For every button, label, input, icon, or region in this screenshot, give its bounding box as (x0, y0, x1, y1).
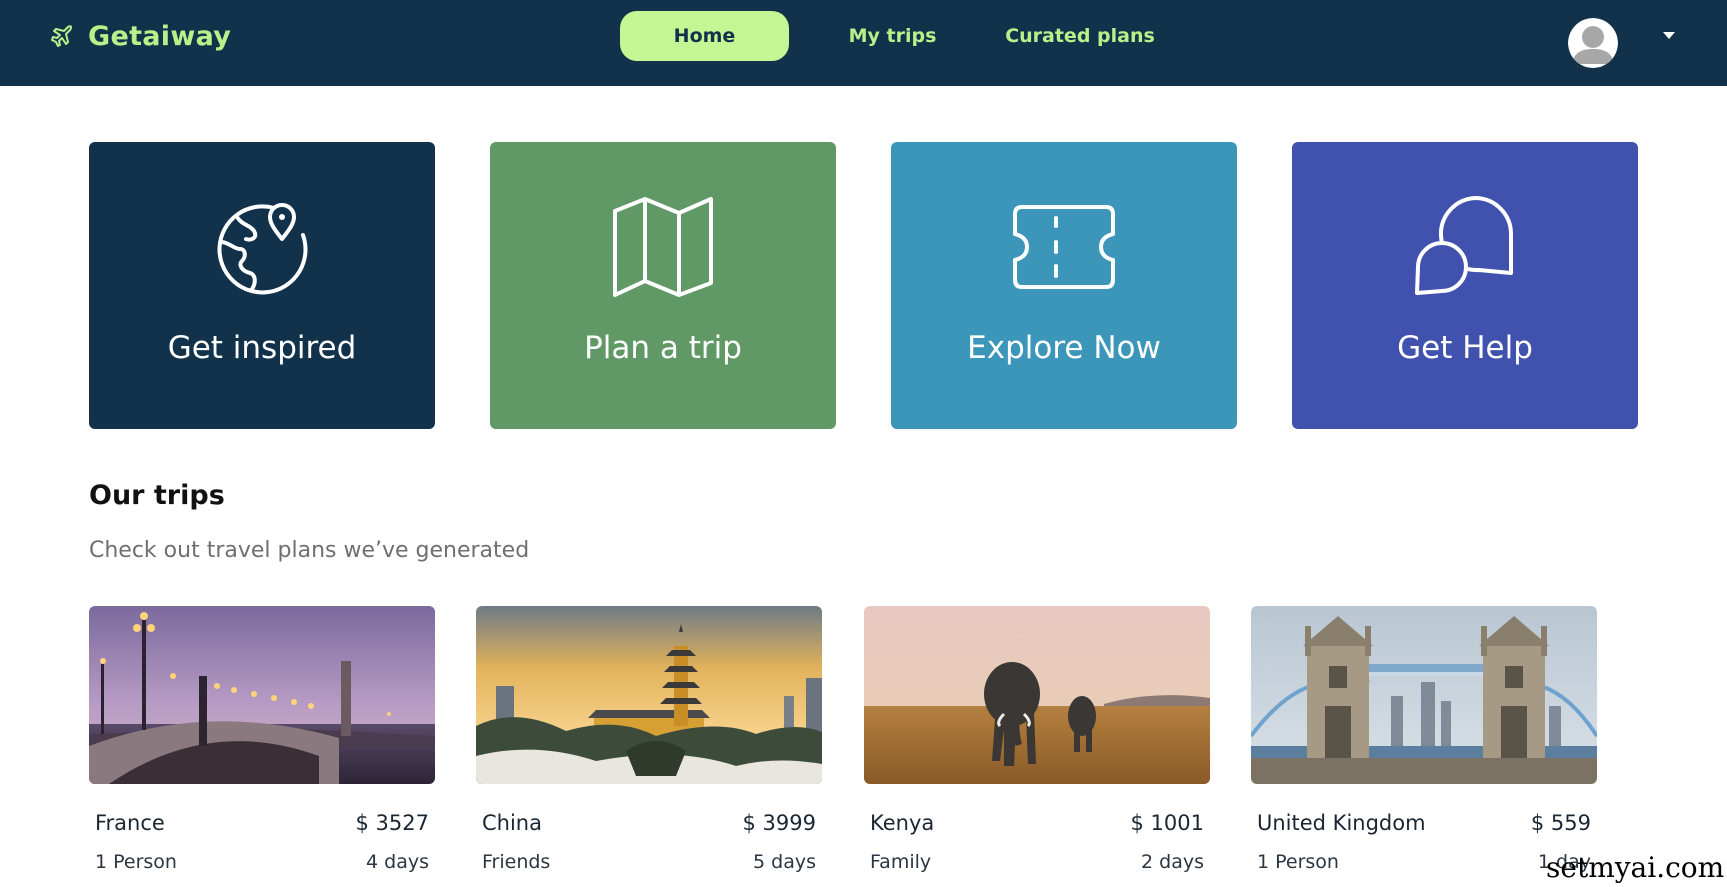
chat-bubbles-icon (1405, 192, 1525, 302)
card-label: Get Help (1397, 330, 1533, 366)
trip-group: 1 Person (95, 851, 177, 873)
trip-image-france (89, 606, 435, 784)
trip-card-china[interactable]: China $ 3999 Friends 5 days (476, 606, 822, 887)
trip-name: United Kingdom (1257, 811, 1426, 835)
trip-duration: 4 days (366, 851, 429, 873)
map-icon (603, 192, 723, 302)
trip-duration: 5 days (753, 851, 816, 873)
trip-group: Friends (482, 851, 551, 873)
nav-home[interactable]: Home (620, 11, 789, 61)
trip-card-united-kingdom[interactable]: United Kingdom $ 559 1 Person 1 day (1251, 606, 1597, 887)
trip-image-china (476, 606, 822, 784)
trip-card-kenya[interactable]: Kenya $ 1001 Family 2 days (864, 606, 1210, 887)
card-plan-a-trip[interactable]: Plan a trip (490, 142, 836, 429)
top-navbar: Getaiway Home My trips Curated plans (0, 0, 1727, 86)
trip-name: China (482, 811, 542, 835)
trip-name: France (95, 811, 165, 835)
trip-group: 1 Person (1257, 851, 1339, 873)
card-explore-now[interactable]: Explore Now (891, 142, 1237, 429)
trip-price: $ 3999 (742, 811, 816, 835)
trip-name: Kenya (870, 811, 935, 835)
card-label: Plan a trip (584, 330, 742, 366)
section-subtitle: Check out travel plans we’ve generated (89, 538, 530, 563)
caret-down-icon[interactable] (1660, 28, 1678, 42)
card-get-help[interactable]: Get Help (1292, 142, 1638, 429)
trip-image-kenya (864, 606, 1210, 784)
user-avatar-icon[interactable] (1568, 18, 1618, 68)
trip-image-united-kingdom (1251, 606, 1597, 784)
trip-price: $ 3527 (355, 811, 429, 835)
trip-group: Family (870, 851, 932, 873)
brand-logo[interactable]: Getaiway (50, 18, 231, 54)
card-get-inspired[interactable]: Get inspired (89, 142, 435, 429)
trip-price: $ 1001 (1130, 811, 1204, 835)
trip-card-france[interactable]: France $ 3527 1 Person 4 days (89, 606, 435, 887)
globe-pin-icon (202, 192, 322, 302)
card-label: Get inspired (167, 330, 357, 366)
airplane-icon (51, 25, 72, 47)
nav-my-trips[interactable]: My trips (830, 11, 955, 61)
ticket-icon (1004, 192, 1124, 302)
trip-duration: 2 days (1141, 851, 1204, 873)
watermark: setmyai.com (1546, 851, 1725, 884)
trip-price: $ 559 (1530, 811, 1591, 835)
brand-name: Getaiway (88, 20, 232, 52)
section-title: Our trips (89, 480, 225, 511)
card-label: Explore Now (967, 330, 1161, 366)
nav-curated-plans[interactable]: Curated plans (1000, 11, 1160, 61)
